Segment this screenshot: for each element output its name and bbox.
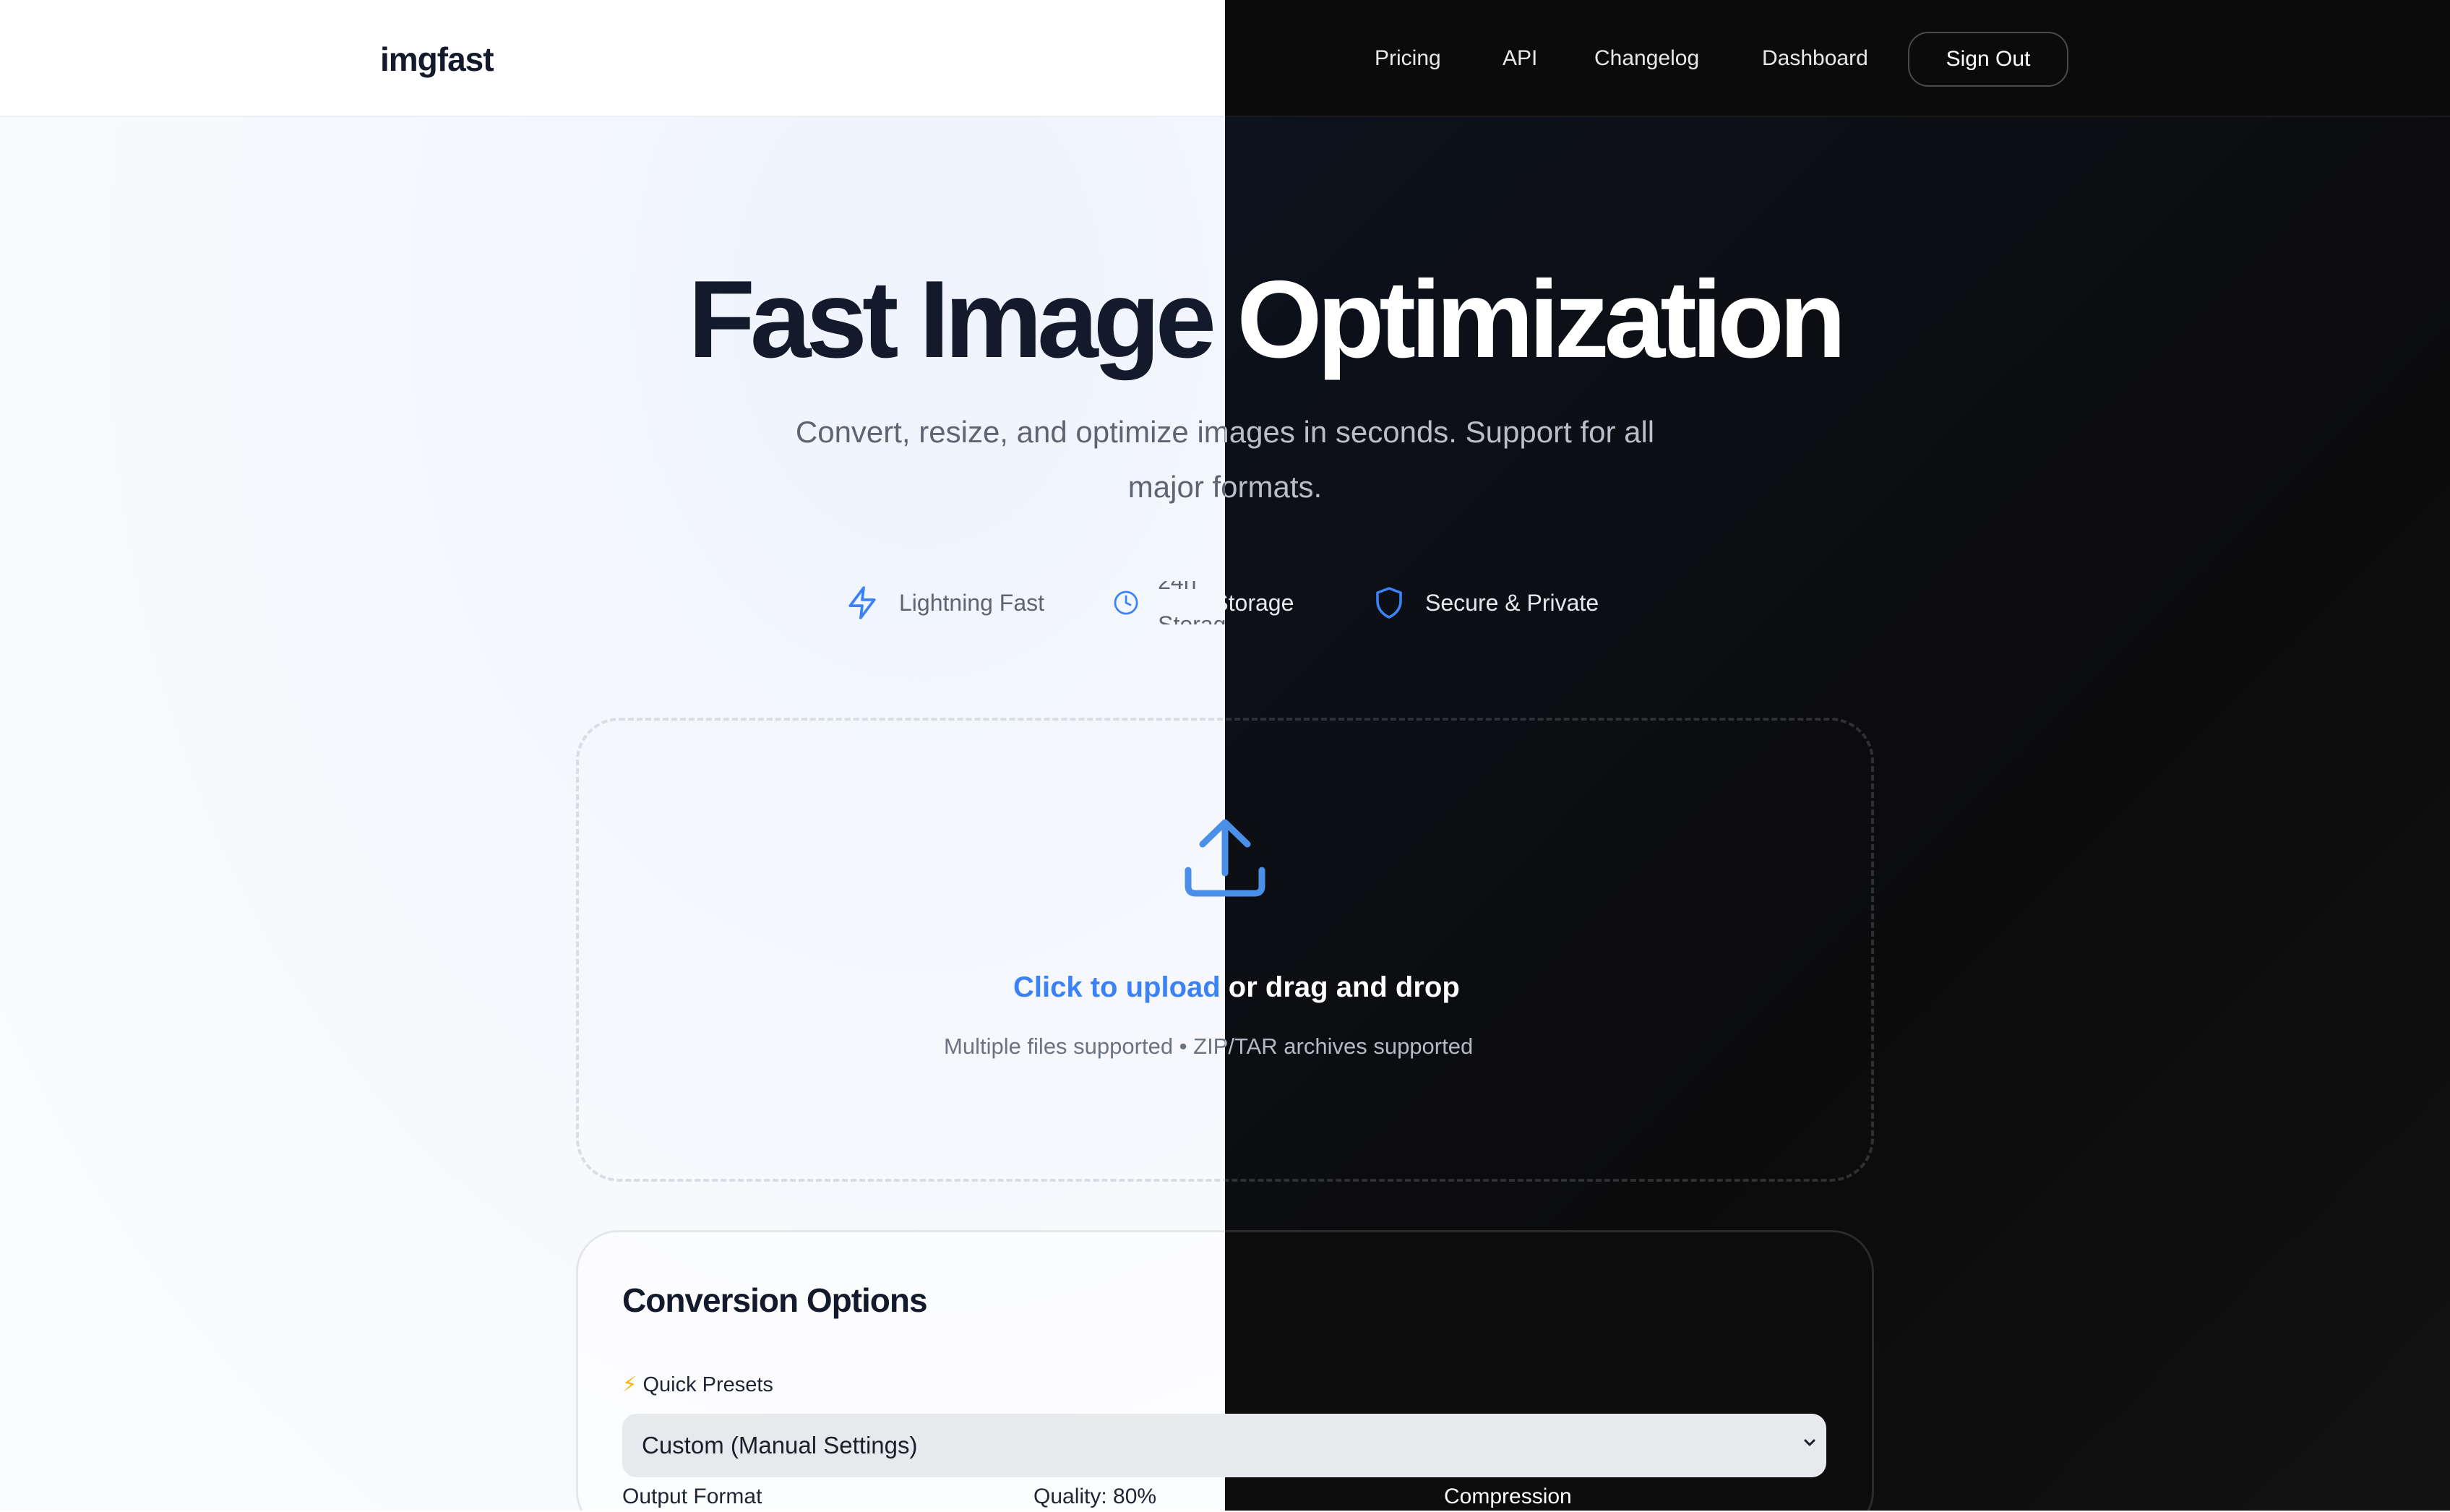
subtitle-line-1-dark: Convert, resize, and optimize images in …	[1225, 415, 1655, 449]
nav-link-api[interactable]: API	[1503, 42, 1537, 75]
feature-secure-private: Secure & Private	[1372, 581, 1599, 624]
clock-icon	[1114, 590, 1138, 615]
feature-24h-storage-dark: 24h Storage	[1225, 581, 1294, 624]
upload-icon	[1185, 819, 1265, 897]
quick-presets-value: Custom (Manual Settings)	[642, 1432, 918, 1459]
chevron-down-icon[interactable]	[1801, 1434, 1818, 1451]
brand-logo[interactable]: imgfast	[380, 39, 494, 80]
upload-subtext: Multiple files supported • ZIP/TAR archi…	[944, 1034, 1225, 1059]
hero-title-light-text: Fast Image Optimization	[1225, 258, 1847, 381]
sign-out-button[interactable]: Sign Out	[1908, 32, 2068, 87]
hero-title-dark-text: Fast Image Optimization	[688, 258, 1225, 381]
click-to-upload-link[interactable]: Click to upload	[1013, 971, 1221, 1003]
quality-label: Quality: 80%	[1033, 1485, 1157, 1508]
subtitle-line-2: major formats.	[1127, 470, 1225, 504]
feature-lightning-fast: Lightning Fast	[844, 581, 1044, 624]
upload-rest-text-dark: or drag and drop	[1225, 971, 1460, 1003]
lightning-icon	[848, 586, 876, 619]
shield-icon	[1376, 587, 1402, 619]
output-format-label: Output Format	[622, 1485, 762, 1508]
dropzone-border-light[interactable]	[576, 718, 1225, 1182]
feature-24h-storage-light: 24h Storage	[1113, 581, 1225, 624]
dropzone-border-dark[interactable]	[1225, 718, 1874, 1182]
subtitle-line-1: Convert, resize, and optimize images in …	[795, 415, 1225, 449]
nav-link-changelog[interactable]: Changelog	[1594, 42, 1699, 75]
conversion-options-title: Conversion Options	[622, 1281, 928, 1319]
quick-presets-label: ⚡ Quick Presets	[622, 1373, 773, 1396]
lightning-emoji-icon: ⚡	[622, 1373, 637, 1396]
upload-subtext-dark: Multiple files supported • ZIP/TAR archi…	[1225, 1034, 1474, 1059]
nav-link-pricing[interactable]: Pricing	[1375, 42, 1441, 75]
compression-label: Compression	[1444, 1485, 1572, 1508]
subtitle-line-2-dark: major formats.	[1225, 470, 1323, 504]
nav-link-dashboard[interactable]: Dashboard	[1762, 42, 1868, 75]
navbar-light-half	[0, 0, 1225, 117]
